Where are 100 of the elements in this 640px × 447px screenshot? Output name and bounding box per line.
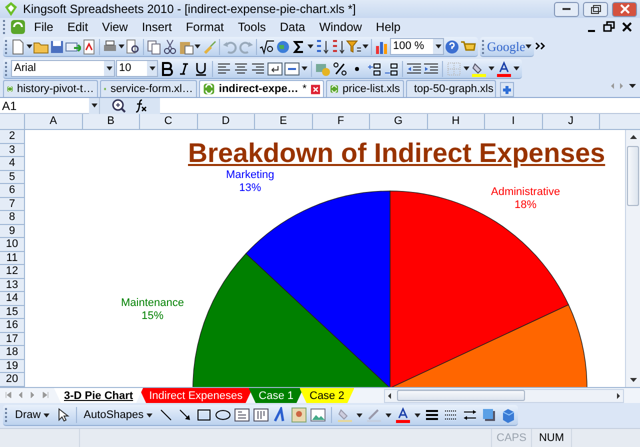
sheet-tab[interactable]: 3-D Pie Chart [54, 388, 144, 403]
underline-icon[interactable] [193, 60, 209, 76]
caret-icon[interactable] [307, 44, 314, 49]
arrow-icon[interactable] [176, 407, 193, 423]
row-header[interactable]: 19 [0, 360, 25, 373]
caret-icon[interactable] [525, 44, 532, 49]
sheet-tab[interactable]: Indirect Expeneses [139, 388, 253, 403]
oval-icon[interactable] [214, 407, 231, 423]
row-header[interactable]: 7 [0, 198, 25, 211]
column-header[interactable]: D [198, 114, 255, 129]
caret-icon[interactable] [301, 66, 308, 71]
sheet-tab[interactable]: Case 2 [300, 388, 354, 403]
column-header[interactable]: G [370, 114, 428, 129]
document-tab[interactable]: indirect-expe… * [199, 80, 324, 97]
column-header[interactable]: F [312, 114, 370, 129]
menu-item[interactable]: Data [274, 18, 312, 36]
zoom-dropdown[interactable]: 100 % [390, 38, 444, 55]
align-center-icon[interactable] [233, 60, 249, 76]
line-style-icon[interactable] [424, 407, 440, 423]
column-header[interactable]: H [428, 114, 485, 129]
scrollbar-thumb[interactable] [627, 146, 639, 206]
decrease-decimal-icon[interactable] [383, 60, 399, 76]
bold-icon[interactable] [159, 60, 175, 76]
search-engine-logo[interactable]: Google [487, 36, 526, 56]
row-header[interactable]: 6 [0, 184, 25, 198]
rectangle-icon[interactable] [196, 407, 212, 423]
autoshapes-menu-button[interactable]: AutoShapes [82, 406, 155, 424]
row-header[interactable]: 18 [0, 346, 25, 360]
font-color-icon[interactable] [496, 60, 512, 76]
scissors-icon[interactable] [162, 38, 178, 54]
increase-indent-icon[interactable] [423, 60, 439, 76]
menu-item[interactable]: Edit [61, 18, 94, 36]
document-tab[interactable]: top-50-graph.xls [406, 80, 496, 97]
app-logo-icon[interactable] [10, 19, 26, 35]
menu-item[interactable]: Insert [136, 18, 178, 36]
row-header[interactable]: 8 [0, 211, 25, 224]
row-header[interactable]: 4 [0, 157, 25, 170]
row-header[interactable]: 2 [0, 130, 25, 144]
decrease-indent-icon[interactable] [406, 60, 422, 76]
line-color-icon[interactable] [366, 407, 382, 423]
caret-icon[interactable] [26, 44, 33, 49]
clip-art-icon[interactable] [290, 407, 307, 423]
picture-icon[interactable] [310, 407, 326, 423]
font-size-dropdown[interactable]: 10 [116, 60, 158, 77]
shadow-icon[interactable] [480, 407, 497, 423]
caret-icon[interactable] [194, 44, 201, 49]
menu-item[interactable]: View [96, 18, 134, 36]
caret-icon[interactable] [384, 412, 392, 418]
font-dropdown[interactable]: Arial [11, 60, 115, 77]
funnel-icon[interactable] [346, 38, 362, 54]
restore-button[interactable] [583, 2, 608, 16]
increase-decimal-icon[interactable] [366, 60, 382, 76]
document-tab[interactable]: history-pivot-t… [3, 80, 98, 97]
row-header[interactable]: 9 [0, 224, 25, 238]
scrollbar-thumb[interactable] [397, 390, 525, 401]
document-tab[interactable]: service-form.xl… [100, 80, 197, 97]
row-header[interactable]: 3 [0, 144, 25, 157]
caret-icon[interactable] [362, 44, 369, 49]
caret-icon[interactable] [356, 412, 363, 418]
help-icon[interactable] [444, 38, 460, 54]
pdf-document-icon[interactable] [81, 38, 97, 54]
row-header[interactable]: 5 [0, 170, 25, 184]
fill-color-icon[interactable] [336, 407, 353, 423]
row-header[interactable]: 13 [0, 278, 25, 292]
column-header[interactable]: J [542, 114, 600, 129]
menu-item[interactable]: Format [180, 18, 230, 36]
menu-item[interactable]: Window [313, 18, 368, 36]
save-icon[interactable] [49, 38, 65, 54]
column-header[interactable]: I [485, 114, 542, 129]
align-left-icon[interactable] [216, 60, 232, 76]
caret-icon[interactable] [118, 44, 125, 49]
copy-icon[interactable] [146, 38, 162, 54]
print-preview-icon[interactable] [125, 38, 141, 54]
line-icon[interactable] [158, 407, 174, 423]
arrow-style-icon[interactable] [462, 407, 478, 423]
row-header[interactable]: 15 [0, 306, 25, 319]
vertical-scrollbar[interactable] [625, 130, 640, 387]
column-header[interactable]: A [25, 114, 82, 129]
font-color-icon[interactable] [394, 407, 411, 423]
merge-cells-icon[interactable] [284, 60, 300, 76]
column-header[interactable]: B [82, 114, 140, 129]
caret-icon[interactable] [488, 66, 495, 71]
sheet-tab[interactable]: Case 1 [248, 388, 304, 403]
new-tab-button[interactable] [500, 82, 514, 97]
percent-icon[interactable] [332, 60, 348, 76]
restore-icon[interactable] [603, 19, 615, 35]
horizontal-scrollbar[interactable] [384, 388, 624, 402]
caret-icon[interactable] [414, 412, 421, 418]
new-document-icon[interactable] [10, 38, 26, 54]
caret-icon[interactable] [463, 66, 470, 71]
row-header[interactable]: 10 [0, 238, 25, 252]
sort-descending-icon[interactable] [330, 38, 346, 54]
column-header[interactable]: C [140, 114, 198, 129]
row-header[interactable]: 11 [0, 252, 25, 265]
sort-ascending-icon[interactable] [314, 38, 330, 54]
square-root-icon[interactable] [259, 38, 275, 54]
function-icon[interactable] [133, 98, 149, 114]
menu-item[interactable]: File [28, 18, 60, 36]
wrap-text-icon[interactable] [267, 60, 283, 76]
menu-item[interactable]: Help [370, 18, 407, 36]
